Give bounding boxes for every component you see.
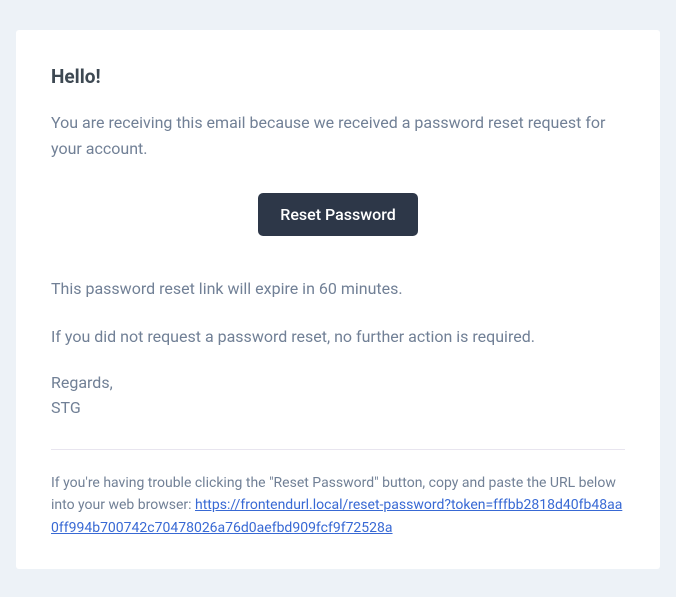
subcopy: If you're having trouble clicking the "R… — [51, 472, 625, 539]
intro-text: You are receiving this email because we … — [51, 110, 625, 161]
divider — [51, 449, 625, 450]
button-wrapper: Reset Password — [51, 193, 625, 236]
expiry-text: This password reset link will expire in … — [51, 276, 625, 302]
regards-label: Regards, — [51, 373, 113, 392]
sender-name: STG — [51, 398, 81, 417]
email-card: Hello! You are receiving this email beca… — [16, 30, 660, 569]
no-request-text: If you did not request a password reset,… — [51, 324, 625, 350]
signoff: Regards, STG — [51, 371, 625, 421]
greeting-heading: Hello! — [51, 65, 625, 88]
reset-password-button[interactable]: Reset Password — [258, 193, 417, 236]
